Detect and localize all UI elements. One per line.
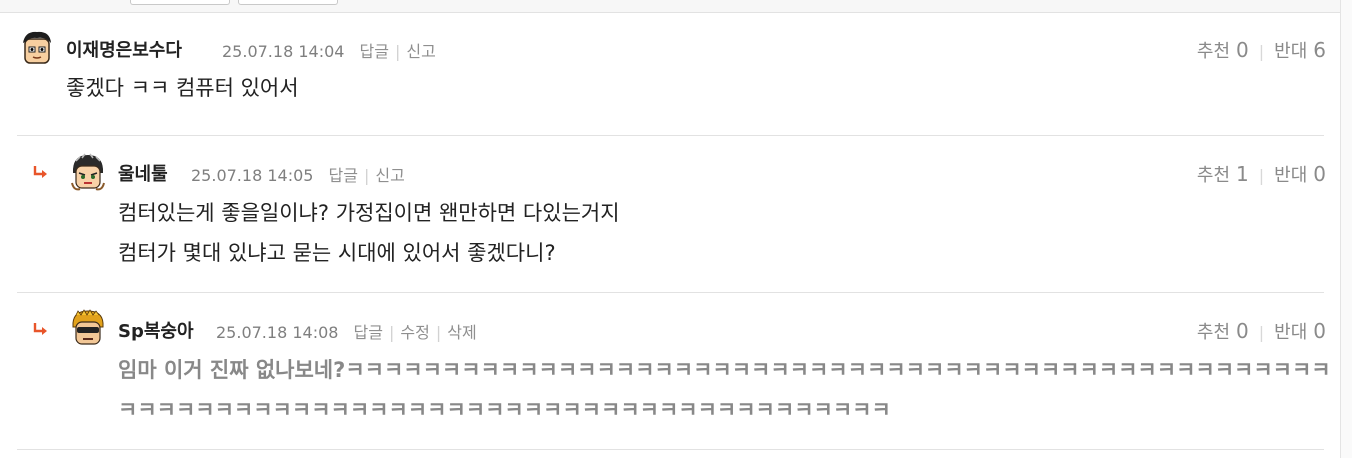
- oppose-button[interactable]: 반대 6: [1274, 38, 1326, 62]
- comment-meta: 25.07.18 14:08 답글 | 수정 | 삭제: [216, 319, 477, 343]
- report-button[interactable]: 신고: [406, 42, 435, 61]
- separator: |: [389, 323, 395, 342]
- comment-meta: 25.07.18 14:05 답글 | 신고: [191, 162, 405, 186]
- vote-box: 추천 1 | 반대 0: [1197, 161, 1326, 187]
- comment-text-line: 임마 이거 진짜 없나보네?ㅋㅋㅋㅋㅋㅋㅋㅋㅋㅋㅋㅋㅋㅋㅋㅋㅋㅋㅋㅋㅋㅋㅋㅋㅋㅋ…: [118, 358, 1331, 382]
- oppose-count: 6: [1313, 38, 1326, 62]
- recommend-button[interactable]: 추천 1: [1196, 162, 1249, 186]
- avatar-icon[interactable]: [68, 153, 108, 193]
- separator: |: [395, 42, 401, 61]
- comment-text-line: ㅋㅋㅋㅋㅋㅋㅋㅋㅋㅋㅋㅋㅋㅋㅋㅋㅋㅋㅋㅋㅋㅋㅋㅋㅋㅋㅋㅋㅋㅋㅋㅋㅋㅋㅋㅋㅋㅋㅋㅋ: [118, 398, 891, 422]
- reply-button[interactable]: 답글: [354, 323, 383, 342]
- avatar-icon[interactable]: [17, 29, 57, 69]
- recommend-button[interactable]: 추천 0: [1196, 38, 1249, 62]
- comment-author[interactable]: 울네툴: [118, 160, 168, 186]
- recommend-count: 0: [1236, 38, 1249, 62]
- comment-item: 이재명은보수다 25.07.18 14:04 답글 | 신고 추천 0 | 반대 6 좋겠다…: [0, 0, 1340, 136]
- oppose-count: 0: [1313, 162, 1326, 186]
- recommend-label: 추천: [1196, 322, 1231, 343]
- comment-item: Sp복숭아 25.07.18 14:08 답글 | 수정 | 삭제 추천 0 | 반대 0 임마…: [0, 293, 1340, 450]
- oppose-label: 반대: [1274, 165, 1308, 186]
- edit-button[interactable]: 수정: [400, 323, 429, 342]
- oppose-count: 0: [1313, 319, 1326, 343]
- comment-text-line: 컴터있는게 좋을일이냐? 가정집이면 왠만하면 다있는거지: [118, 201, 620, 225]
- separator: |: [435, 323, 442, 342]
- reply-button[interactable]: 답글: [329, 166, 358, 185]
- reply-button[interactable]: 답글: [360, 42, 389, 61]
- recommend-count: 1: [1236, 162, 1249, 186]
- delete-button[interactable]: 삭제: [447, 323, 476, 342]
- separator: |: [1258, 323, 1265, 342]
- report-button[interactable]: 신고: [375, 166, 404, 185]
- vote-box: 추천 0 | 반대 0: [1197, 318, 1326, 344]
- scrollbar-track[interactable]: [1340, 0, 1352, 458]
- comment-text-line: 컴터가 몇대 있냐고 묻는 시대에 있어서 좋겠다니?: [118, 241, 556, 265]
- comment-date: 25.07.18 14:04: [222, 42, 345, 61]
- separator: |: [364, 166, 370, 185]
- recommend-count: 0: [1236, 319, 1249, 343]
- comment-author[interactable]: Sp복숭아: [118, 317, 194, 343]
- comment-divider: [17, 449, 1324, 450]
- separator: |: [1258, 166, 1265, 185]
- comment-meta: 25.07.18 14:04 답글 | 신고: [222, 38, 436, 62]
- reply-arrow-icon: [33, 323, 47, 335]
- recommend-label: 추천: [1196, 41, 1231, 62]
- comment-item: 울네툴 25.07.18 14:05 답글 | 신고 추천 1 | 반대 0 컴터있는게 좋…: [0, 136, 1340, 293]
- recommend-label: 추천: [1196, 165, 1231, 186]
- comment-date: 25.07.18 14:08: [216, 323, 339, 342]
- recommend-button[interactable]: 추천 0: [1196, 319, 1249, 343]
- oppose-button[interactable]: 반대 0: [1274, 162, 1326, 186]
- oppose-label: 반대: [1274, 41, 1308, 62]
- comment-date: 25.07.18 14:05: [191, 166, 314, 185]
- comment-text-line: 좋겠다 ㅋㅋ 컴퓨터 있어서: [66, 76, 299, 100]
- avatar-icon[interactable]: [68, 309, 108, 349]
- separator: |: [1258, 42, 1265, 61]
- oppose-label: 반대: [1274, 322, 1308, 343]
- oppose-button[interactable]: 반대 0: [1274, 319, 1326, 343]
- vote-box: 추천 0 | 반대 6: [1197, 37, 1326, 63]
- reply-arrow-icon: [33, 166, 47, 178]
- comment-author[interactable]: 이재명은보수다: [66, 36, 182, 62]
